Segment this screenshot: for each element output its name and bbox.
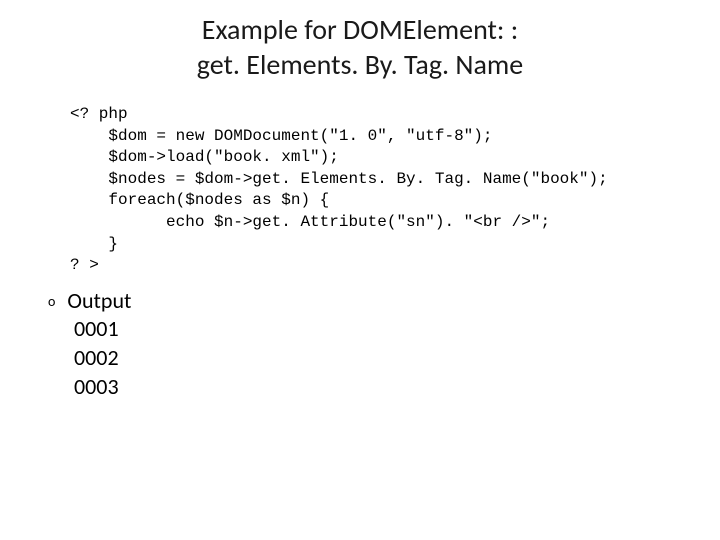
code-line: } [70, 234, 720, 256]
bullet-icon: o [48, 293, 55, 311]
code-line: <? php [70, 104, 720, 126]
output-value: 0003 [74, 373, 720, 402]
code-line: foreach($nodes as $n) { [70, 190, 720, 212]
output-section: o Output 0001 0002 0003 [48, 287, 720, 401]
code-block: <? php $dom = new DOMDocument("1. 0", "u… [70, 104, 720, 277]
title-line-2: get. Elements. By. Tag. Name [0, 47, 720, 82]
output-values: 0001 0002 0003 [74, 315, 720, 401]
title-line-1: Example for DOMElement: : [0, 12, 720, 47]
code-line: echo $n->get. Attribute("sn"). "<br />"; [70, 212, 720, 234]
output-value: 0001 [74, 315, 720, 344]
code-line: $dom->load("book. xml"); [70, 147, 720, 169]
output-label: Output [67, 287, 131, 316]
code-line: ? > [70, 255, 720, 277]
output-value: 0002 [74, 344, 720, 373]
slide-title: Example for DOMElement: : get. Elements.… [0, 0, 720, 82]
code-line: $dom = new DOMDocument("1. 0", "utf-8"); [70, 126, 720, 148]
code-line: $nodes = $dom->get. Elements. By. Tag. N… [70, 169, 720, 191]
